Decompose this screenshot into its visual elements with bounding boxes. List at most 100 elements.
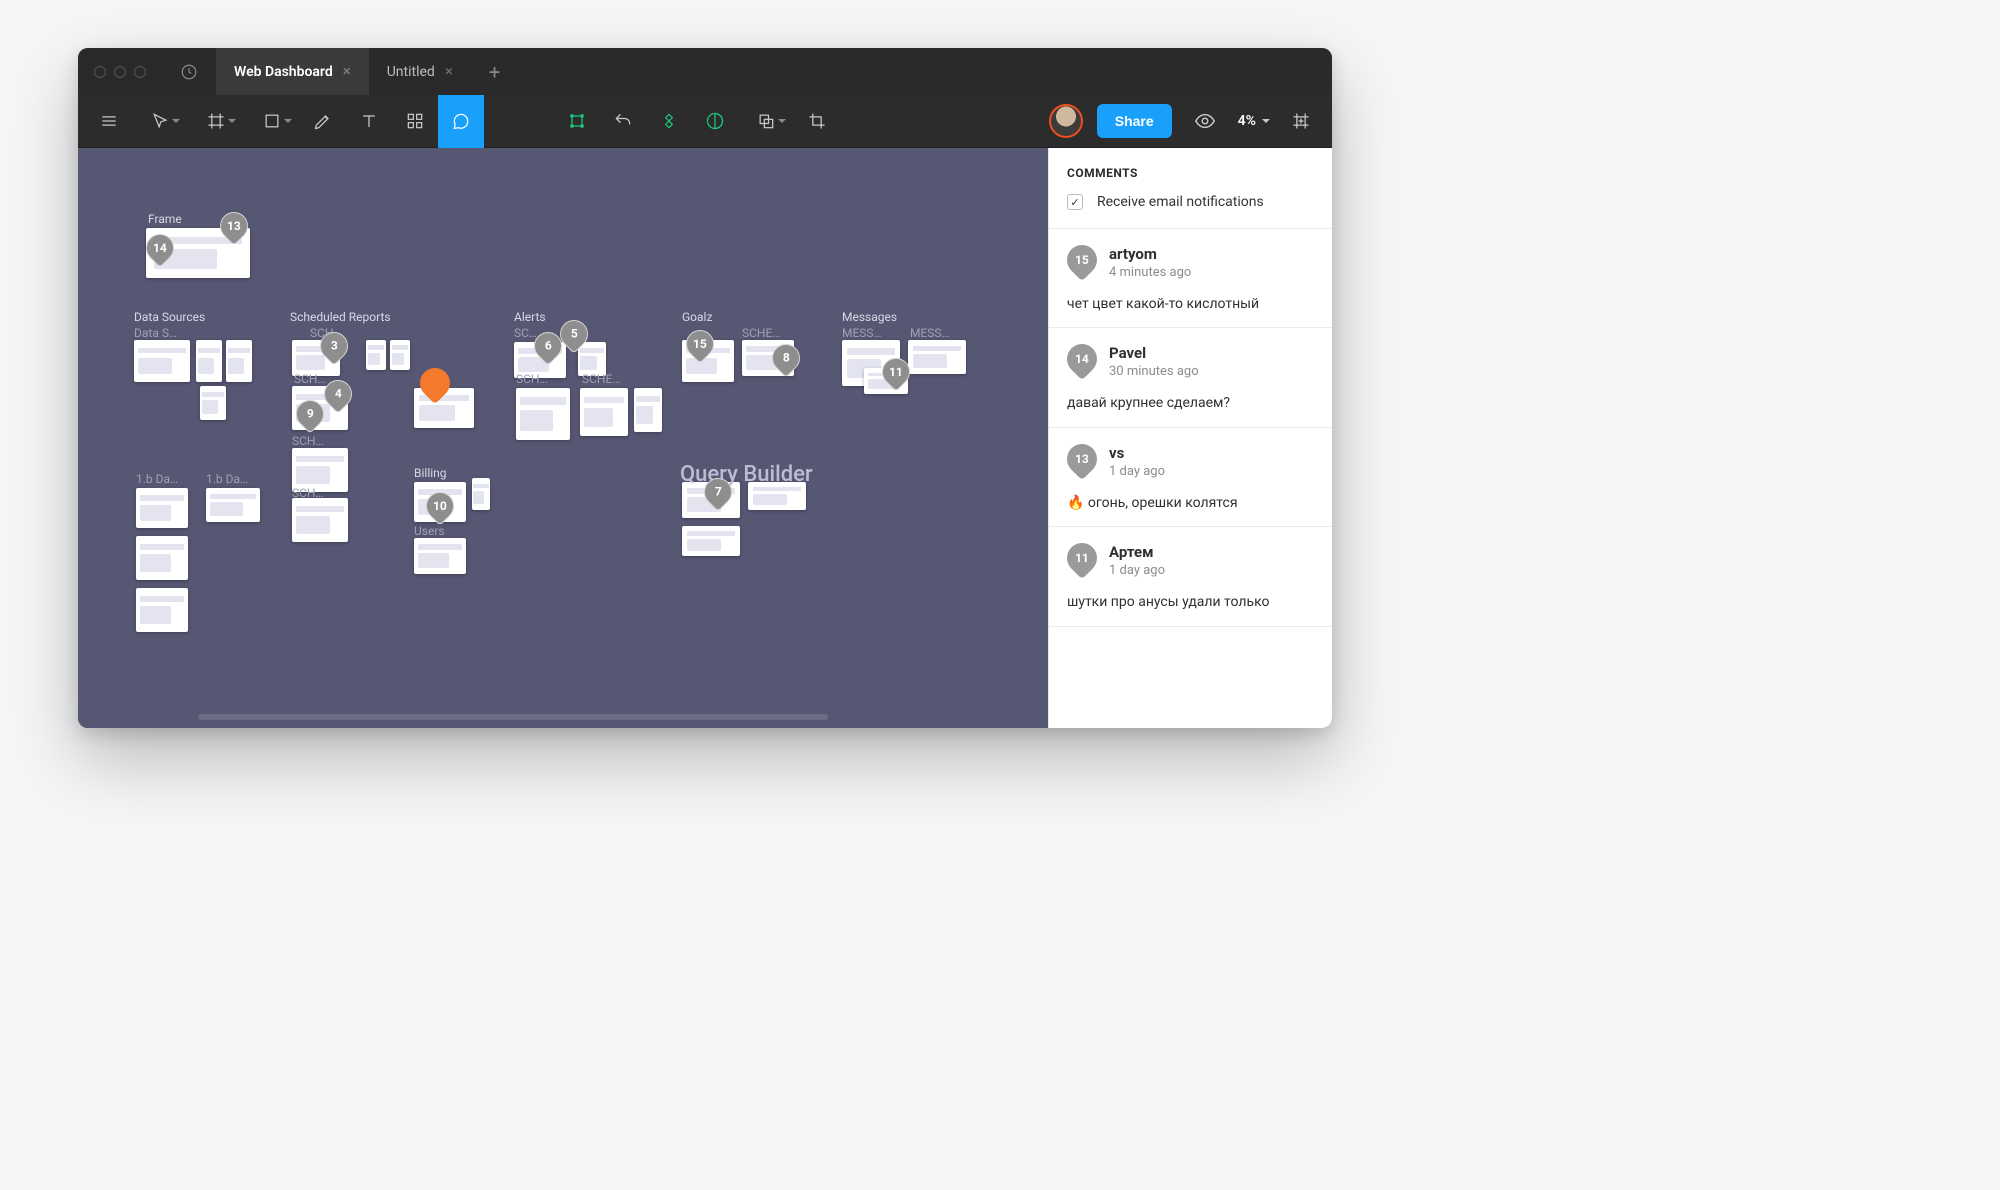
toolbar: Share 4%	[78, 95, 1332, 148]
comment-author: Pavel	[1109, 344, 1199, 362]
zoom-level[interactable]: 4%	[1224, 113, 1278, 129]
group-label: Data Sources	[134, 310, 205, 324]
minimize-window-icon[interactable]	[114, 66, 126, 78]
comments-panel: COMMENTS ✓ Receive email notifications 1…	[1048, 148, 1332, 728]
tab-0[interactable]: Web Dashboard ×	[216, 48, 369, 95]
artboard[interactable]	[136, 488, 188, 528]
comment-author: Артем	[1109, 543, 1165, 561]
text-tool[interactable]	[346, 95, 392, 148]
group-label: Query Builder	[680, 462, 813, 487]
notify-toggle[interactable]: ✓ Receive email notifications	[1049, 194, 1332, 229]
frame-label: Data S…	[134, 326, 177, 340]
frame-label: SC…	[514, 326, 537, 340]
close-icon[interactable]: ×	[343, 64, 351, 79]
comment-item[interactable]: 14 Pavel 30 minutes ago давай крупнее сдела…	[1049, 328, 1332, 427]
comment-time: 30 minutes ago	[1109, 364, 1199, 380]
workspace: FrameData SourcesScheduled ReportsAlerts…	[78, 148, 1332, 728]
boolean-tool[interactable]	[738, 95, 794, 148]
comment-body: давай крупнее сделаем?	[1067, 394, 1314, 413]
comment-time: 1 day ago	[1109, 563, 1165, 579]
frame-label: SCHE…	[582, 372, 620, 386]
frame-tool[interactable]	[188, 95, 244, 148]
group-label: Frame	[148, 212, 182, 226]
comment-tool[interactable]	[438, 95, 484, 148]
artboard[interactable]	[634, 388, 662, 432]
comment-time: 4 minutes ago	[1109, 265, 1191, 281]
pen-tool[interactable]	[300, 95, 346, 148]
group-label: Messages	[842, 310, 897, 324]
shape-tool[interactable]	[244, 95, 300, 148]
frame-label: SCH…	[292, 434, 324, 448]
artboard[interactable]	[908, 340, 966, 374]
artboard[interactable]	[134, 340, 190, 382]
contrast-icon[interactable]	[692, 95, 738, 148]
constraints-icon[interactable]	[554, 95, 600, 148]
window-controls[interactable]	[78, 66, 162, 78]
comment-body: шутки про анусы удали только	[1067, 593, 1314, 612]
comment-author: vs	[1109, 444, 1165, 462]
new-tab-button[interactable]: +	[471, 60, 518, 84]
recent-files-icon[interactable]	[180, 63, 198, 81]
tab-label: Web Dashboard	[234, 64, 333, 80]
comment-item[interactable]: 11 Артем 1 day ago шутки про анусы удали то…	[1049, 527, 1332, 626]
group-label: Billing	[414, 466, 447, 480]
comment-item[interactable]: 13 vs 1 day ago 🔥 огонь, орешки колятся	[1049, 428, 1332, 527]
comment-time: 1 day ago	[1109, 464, 1165, 480]
artboard[interactable]	[682, 526, 740, 556]
notify-label: Receive email notifications	[1097, 194, 1264, 210]
artboard[interactable]	[196, 340, 222, 382]
avatar[interactable]	[1049, 104, 1083, 138]
menu-icon[interactable]	[86, 95, 132, 148]
close-window-icon[interactable]	[94, 66, 106, 78]
artboard[interactable]	[580, 388, 628, 436]
frame-label: SCH…	[292, 486, 324, 500]
move-tool[interactable]	[132, 95, 188, 148]
artboard[interactable]	[578, 342, 606, 376]
frame-label: SCH…	[294, 372, 326, 386]
artboard[interactable]	[472, 478, 490, 510]
horizontal-scrollbar[interactable]	[198, 714, 828, 720]
artboard[interactable]	[226, 340, 252, 382]
artboard[interactable]	[292, 498, 348, 542]
frame-label: MESS…	[910, 326, 950, 340]
frame-label: SCHE…	[742, 326, 780, 340]
tab-label: Untitled	[387, 64, 435, 80]
present-icon[interactable]	[1186, 110, 1224, 132]
artboard[interactable]	[136, 536, 188, 580]
zoom-frame-icon[interactable]	[1278, 95, 1324, 148]
comment-pin-icon: 14	[1061, 338, 1103, 380]
artboard[interactable]	[414, 538, 466, 574]
tab-1[interactable]: Untitled ×	[369, 48, 471, 95]
zoom-window-icon[interactable]	[134, 66, 146, 78]
undo-icon[interactable]	[600, 95, 646, 148]
frame-label: 1.b Da…	[206, 472, 248, 486]
artboard[interactable]	[366, 340, 386, 370]
frame-label: 1.b Da…	[136, 472, 178, 486]
artboard[interactable]	[516, 388, 570, 440]
artboard[interactable]	[206, 488, 260, 522]
checkbox-icon[interactable]: ✓	[1067, 194, 1083, 210]
tab-strip: Web Dashboard × Untitled ×	[216, 48, 471, 95]
app-window: Web Dashboard × Untitled × + Share 4% Frame…	[78, 48, 1332, 728]
frame-label: MESS…	[842, 326, 882, 340]
comment-body: 🔥 огонь, орешки колятся	[1067, 494, 1314, 513]
artboard[interactable]	[390, 340, 410, 370]
canvas[interactable]: FrameData SourcesScheduled ReportsAlerts…	[78, 148, 1048, 728]
components-icon[interactable]	[392, 95, 438, 148]
crop-tool[interactable]	[794, 95, 840, 148]
frame-label: SCH…	[516, 372, 548, 386]
comment-pin-icon: 15	[1061, 239, 1103, 281]
share-button[interactable]: Share	[1097, 104, 1172, 138]
frame-label: Users	[414, 524, 445, 538]
comment-pin-icon: 11	[1061, 537, 1103, 579]
panel-title: COMMENTS	[1049, 148, 1332, 194]
close-icon[interactable]: ×	[445, 64, 453, 79]
effects-icon[interactable]	[646, 95, 692, 148]
comment-item[interactable]: 15artyom4 minutes agoчет цвет какой-то к…	[1049, 229, 1332, 328]
group-label: Alerts	[514, 310, 546, 324]
comment-body: чет цвет какой-то кислотный	[1067, 295, 1314, 314]
artboard[interactable]	[136, 588, 188, 632]
artboard[interactable]	[200, 386, 226, 420]
titlebar: Web Dashboard × Untitled × +	[78, 48, 1332, 95]
comment-pin-icon: 13	[1061, 438, 1103, 480]
